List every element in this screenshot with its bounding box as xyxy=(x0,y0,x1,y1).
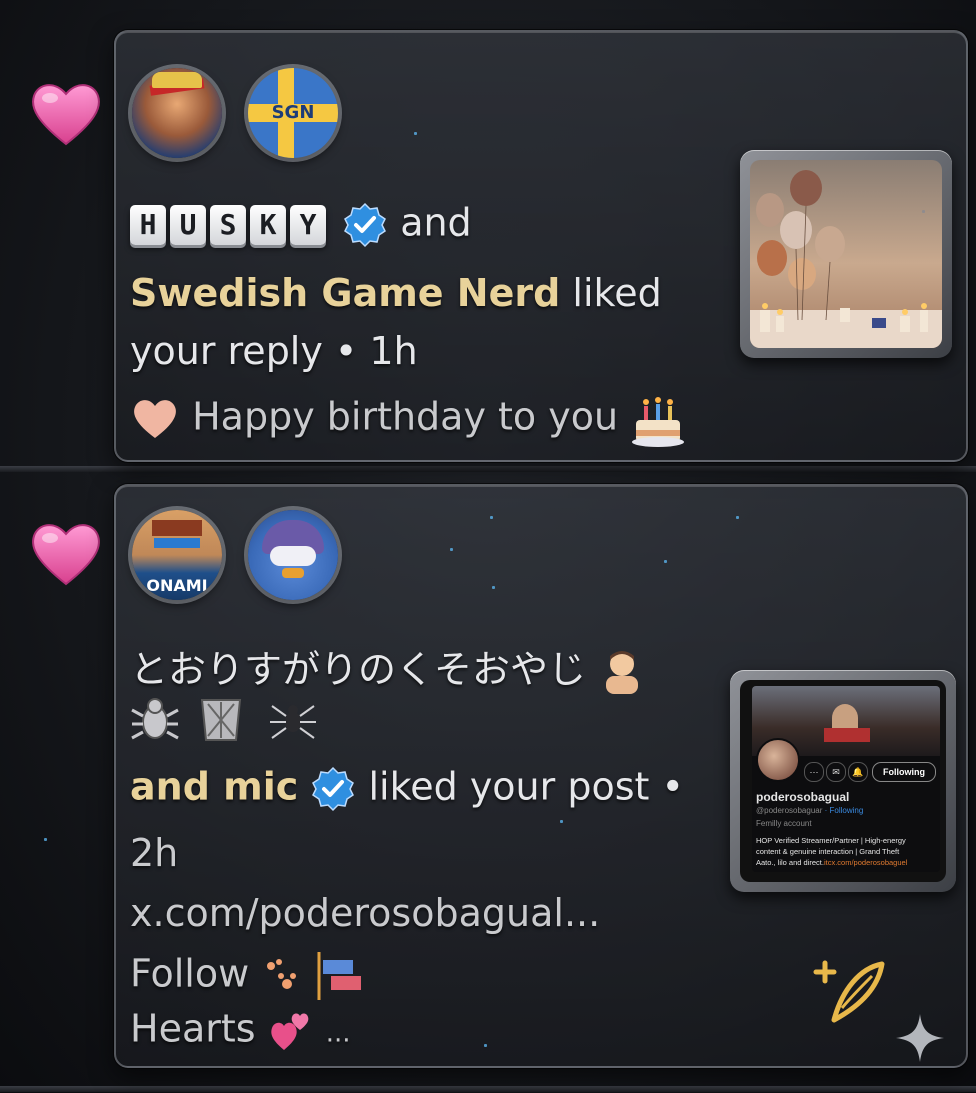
action-text: liked xyxy=(572,271,662,315)
divider xyxy=(0,466,976,472)
spider-icon xyxy=(270,705,317,739)
following-tag: · Following xyxy=(824,806,864,815)
beak-shape xyxy=(282,568,304,578)
letter-key: H xyxy=(130,205,166,245)
particle xyxy=(664,560,667,563)
notification-line: your reply • 1h xyxy=(130,329,418,373)
thumbnail-image xyxy=(750,160,942,348)
letter-key: U xyxy=(170,205,206,245)
notification-line: Hearts ... xyxy=(130,1008,351,1054)
profile-card[interactable]: ⋯ ✉ 🔔 Following poderosobagual @poderoso… xyxy=(752,686,940,872)
notification-line: HUSKY and xyxy=(130,202,472,248)
bug-icon xyxy=(131,698,179,740)
add-reply-icon[interactable] xyxy=(812,950,888,1026)
avatar[interactable] xyxy=(248,510,338,600)
notification-line xyxy=(130,696,318,748)
divider xyxy=(0,1086,976,1092)
hair-shape xyxy=(152,520,202,536)
avatar[interactable]: ONAMI xyxy=(132,510,222,600)
post-text: Follow xyxy=(130,951,250,996)
heart-icon xyxy=(32,84,100,146)
notification-line: Swedish Game Nerd liked xyxy=(130,274,662,312)
particle xyxy=(484,1044,487,1047)
profile-bio-line: Aato., lilo and direct.itcx.com/poderoso… xyxy=(756,858,907,867)
profile-bio-line: content & genuine interaction | Grand Th… xyxy=(756,847,900,856)
particle xyxy=(44,838,47,841)
notification-line: とおりすがりのくそおやじ xyxy=(130,648,646,696)
particle xyxy=(450,548,453,551)
profile-name: poderosobagual xyxy=(756,790,850,804)
user-name-link[interactable]: and mic xyxy=(130,765,298,809)
notifications-page: SGN HUSKY and Swedish Game Nerd liked yo… xyxy=(0,0,976,1093)
wastebasket-icon xyxy=(200,699,242,741)
following-button[interactable]: Following xyxy=(872,762,936,782)
letter-key: S xyxy=(210,205,246,245)
verified-badge-icon xyxy=(344,202,387,248)
heart-icon xyxy=(134,400,176,438)
letter-key: K xyxy=(250,205,286,245)
profile-link[interactable]: itcx.com/poderosobaguel xyxy=(824,858,907,867)
notification-line: and mic liked your post • xyxy=(130,766,684,812)
bio-text: Aato., lilo and direct. xyxy=(756,858,824,867)
message-button[interactable]: ✉ xyxy=(826,762,846,782)
flags-icon xyxy=(317,952,362,1000)
notify-button[interactable]: 🔔 xyxy=(848,762,868,782)
notification-line: Happy birthday to you xyxy=(130,390,686,448)
cake-shape xyxy=(824,728,870,742)
more-text: ... xyxy=(325,1018,351,1049)
hair-shape xyxy=(152,72,202,88)
avatar[interactable] xyxy=(756,738,800,782)
timestamp: 2h xyxy=(130,831,179,875)
particle xyxy=(490,516,493,519)
avatar-label: ONAMI xyxy=(146,576,208,595)
paw-prints-icon xyxy=(267,959,297,989)
person-emoji-icon xyxy=(606,651,639,694)
face-shape xyxy=(270,546,316,566)
reply-text: Happy birthday to you xyxy=(192,394,619,439)
letter-key: Y xyxy=(290,205,326,245)
particle xyxy=(492,586,495,589)
birthday-cake-icon xyxy=(632,397,685,447)
more-options-button[interactable]: ⋯ xyxy=(804,762,824,782)
action-text: liked your post • xyxy=(368,764,684,809)
handle-text: @poderosobaguar xyxy=(756,806,823,815)
balloons-illustration xyxy=(750,170,942,348)
profile-handle: @poderosobaguar · Following xyxy=(756,806,863,815)
avatar[interactable] xyxy=(132,68,222,158)
profile-bio-line: HOP Verified Streamer/Partner | High-ene… xyxy=(756,836,906,845)
particle xyxy=(414,132,417,135)
verified-badge-icon xyxy=(312,766,355,812)
sparkle-icon xyxy=(896,1014,944,1062)
notification-line: Follow xyxy=(130,950,365,1002)
post-link[interactable]: x.com/poderosobagual... xyxy=(130,894,600,932)
two-hearts-icon xyxy=(270,1013,308,1050)
particle xyxy=(736,516,739,519)
post-thumbnail[interactable] xyxy=(740,150,952,358)
heart-icon xyxy=(32,524,100,586)
headband-shape xyxy=(154,538,200,548)
particle xyxy=(922,210,925,213)
user-name-link[interactable]: とおりすがりのくそおやじ xyxy=(130,648,586,692)
particle xyxy=(560,820,563,823)
avatar[interactable]: SGN xyxy=(248,68,338,158)
post-text: Hearts xyxy=(130,1006,256,1051)
account-type: Femilly account xyxy=(756,819,812,828)
and-text: and xyxy=(400,200,472,245)
avatar-label: SGN xyxy=(271,102,315,123)
user-name-link[interactable]: Swedish Game Nerd xyxy=(130,271,560,315)
